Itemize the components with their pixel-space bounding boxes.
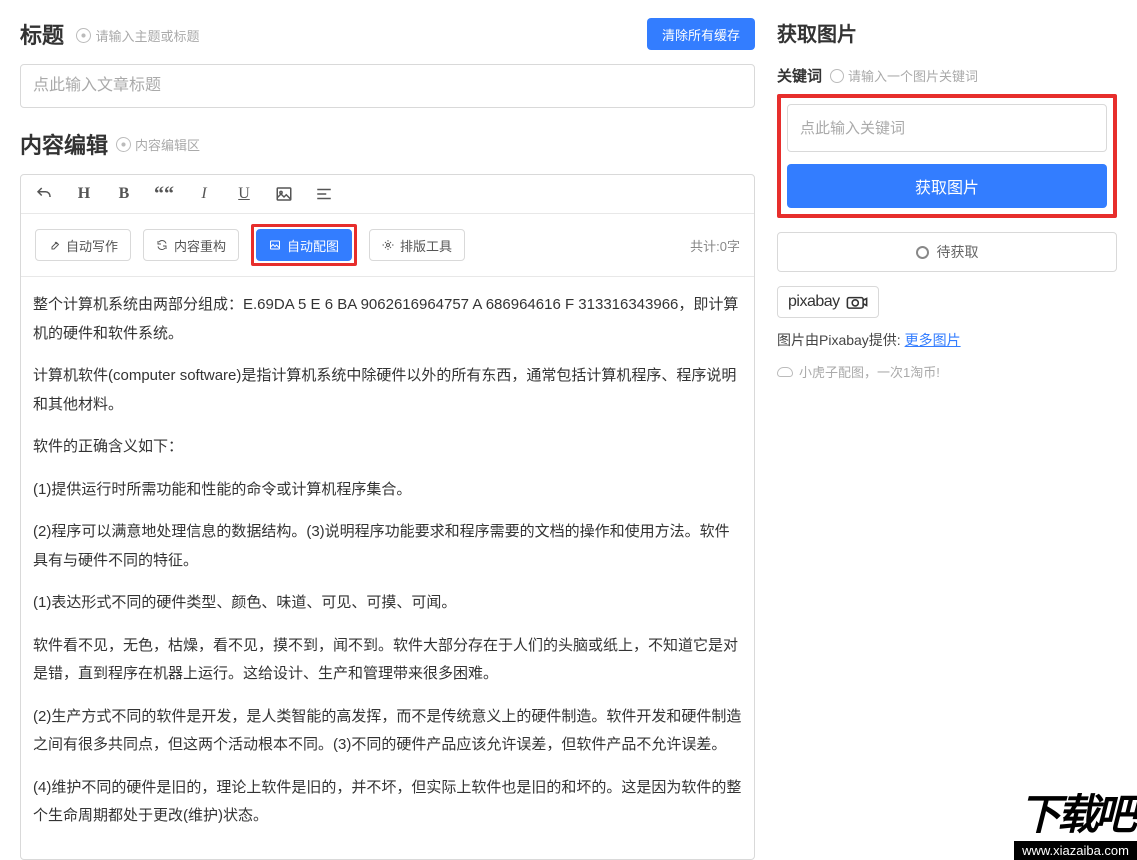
camera-icon <box>846 295 868 309</box>
auto-image-label: 自动配图 <box>287 236 339 255</box>
content-label: 内容编辑 <box>20 128 108 160</box>
underline-icon[interactable]: U <box>235 185 253 203</box>
italic-icon[interactable]: I <box>195 185 213 203</box>
editor-body[interactable]: 整个计算机系统由两部分组成：E.69DA 5 E 6 BA 9062616964… <box>21 277 754 859</box>
keyword-hint: 请输入一个图片关键词 <box>830 66 978 85</box>
auto-write-button[interactable]: 自动写作 <box>35 229 131 261</box>
paragraph: (2)程序可以满意地处理信息的数据结构。(3)说明程序功能要求和程序需要的文档的… <box>33 518 742 575</box>
quote-icon[interactable]: ““ <box>155 185 173 203</box>
pending-icon <box>916 246 929 259</box>
main-column: 标题 请输入主题或标题 清除所有缓存 内容编辑 内容编辑区 H B ““ I U <box>0 0 775 860</box>
taobi-line: 小虎子配图，一次1淘币! <box>777 362 1117 381</box>
paragraph: (2)生产方式不同的软件是开发，是人类智能的高发挥，而不是传统意义上的硬件制造。… <box>33 703 742 760</box>
clear-cache-button[interactable]: 清除所有缓存 <box>647 18 755 50</box>
title-label: 标题 <box>20 18 64 50</box>
layout-tool-button[interactable]: 排版工具 <box>369 229 465 261</box>
content-header: 内容编辑 内容编辑区 <box>20 128 755 160</box>
pixabay-logo[interactable]: pixabay <box>777 286 879 318</box>
fetch-image-button[interactable]: 获取图片 <box>787 164 1107 208</box>
bold-icon[interactable]: B <box>115 185 133 203</box>
paragraph: (1)表达形式不同的硬件类型、颜色、味道、可见、可摸、可闻。 <box>33 589 742 618</box>
title-header-row: 标题 请输入主题或标题 清除所有缓存 <box>20 18 755 50</box>
watermark-logo: 下载吧 <box>1019 781 1133 842</box>
paragraph: 整个计算机系统由两部分组成：E.69DA 5 E 6 BA 9062616964… <box>33 291 742 348</box>
auto-image-highlight: 自动配图 <box>251 224 357 266</box>
auto-image-button[interactable]: 自动配图 <box>256 229 352 261</box>
paragraph: 软件的正确含义如下： <box>33 433 742 462</box>
paragraph: 计算机软件(computer software)是指计算机系统中除硬件以外的所有… <box>33 362 742 419</box>
paragraph: 软件看不见，无色，枯燥，看不见，摸不到，闻不到。软件大部分存在于人们的头脑或纸上… <box>33 632 742 689</box>
restructure-button[interactable]: 内容重构 <box>143 229 239 261</box>
keyword-label-row: 关键词 请输入一个图片关键词 <box>777 65 1117 86</box>
keyword-input[interactable] <box>787 104 1107 152</box>
credit-text: 图片由Pixabay提供: <box>777 332 901 348</box>
title-hint: 请输入主题或标题 <box>76 26 199 45</box>
credit-line: 图片由Pixabay提供: 更多图片 <box>777 330 1117 350</box>
more-images-link[interactable]: 更多图片 <box>905 332 961 348</box>
action-toolbar: 自动写作 内容重构 自动配图 排版工具 共计:0字 <box>21 214 754 277</box>
side-title: 获取图片 <box>777 18 1117 47</box>
align-left-icon[interactable] <box>315 185 333 203</box>
keyword-label: 关键词 <box>777 65 822 86</box>
pending-status: 待获取 <box>777 232 1117 272</box>
cloud-icon <box>777 367 793 377</box>
pixabay-text: pixabay <box>788 293 840 311</box>
paragraph: (1)提供运行时所需功能和性能的命令或计算机程序集合。 <box>33 476 742 505</box>
side-panel: 获取图片 关键词 请输入一个图片关键词 获取图片 待获取 pixabay 图片由… <box>775 0 1137 860</box>
watermark-url: www.xiazaiba.com <box>1014 841 1137 860</box>
layout-tool-label: 排版工具 <box>400 236 452 255</box>
paragraph: (4)维护不同的硬件是旧的，理论上软件是旧的，并不坏，但实际上软件也是旧的和坏的… <box>33 774 742 831</box>
format-toolbar: H B ““ I U <box>21 175 754 214</box>
image-icon[interactable] <box>275 185 293 203</box>
article-title-input[interactable] <box>20 64 755 108</box>
editor-container: H B ““ I U 自动写作 内容重构 <box>20 174 755 860</box>
content-hint: 内容编辑区 <box>116 135 200 154</box>
taobi-text: 小虎子配图，一次1淘币! <box>799 362 940 381</box>
title-section-label: 标题 请输入主题或标题 <box>20 18 199 50</box>
keyword-highlight-box: 获取图片 <box>777 94 1117 218</box>
undo-icon[interactable] <box>35 185 53 203</box>
auto-write-label: 自动写作 <box>66 236 118 255</box>
pending-text: 待获取 <box>937 242 979 262</box>
char-counter: 共计:0字 <box>690 236 740 255</box>
restructure-label: 内容重构 <box>174 236 226 255</box>
heading-icon[interactable]: H <box>75 185 93 203</box>
